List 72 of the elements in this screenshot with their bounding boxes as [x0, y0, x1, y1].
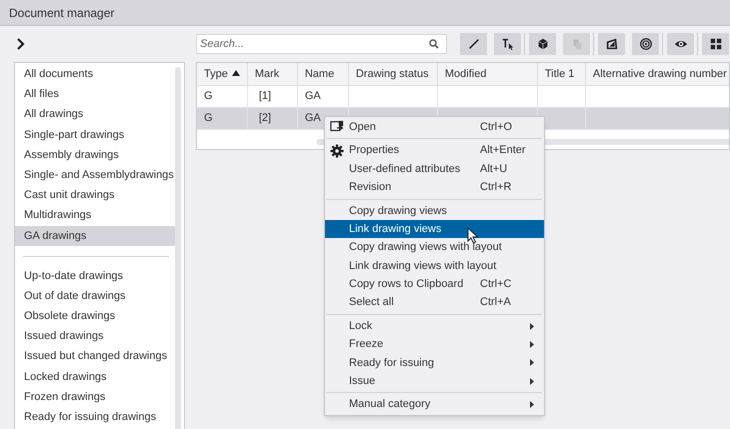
cube-button[interactable]	[529, 33, 556, 55]
cube-icon	[536, 37, 550, 51]
grid-button[interactable]	[702, 33, 729, 55]
column-header[interactable]: Name	[297, 63, 348, 85]
shortcut-label: Ctrl+A	[480, 295, 512, 310]
sidebar-item[interactable]: Single-part drawings	[15, 124, 177, 145]
sidebar-item[interactable]: Up-to-date drawings	[15, 266, 177, 286]
column-header[interactable]: Title 1	[537, 63, 586, 85]
menu-item[interactable]: Freeze	[325, 335, 544, 354]
menu-item[interactable]: Revision Ctrl+R	[325, 178, 544, 197]
table-cell: [1]	[258, 90, 272, 102]
eye-button[interactable]	[667, 33, 694, 55]
menu-item[interactable]: User-defined attributes Alt+U	[325, 160, 544, 178]
search-icon	[429, 39, 439, 49]
sidebar-item[interactable]: All documents	[15, 64, 177, 84]
column-header[interactable]: Mark	[247, 63, 298, 85]
shortcut-label: Ctrl+C	[480, 277, 512, 292]
table-cell: GA	[304, 90, 321, 102]
sidebar-item[interactable]: Multidrawings	[15, 205, 177, 226]
column-header[interactable]: Modified	[437, 63, 538, 85]
spiral-icon	[638, 37, 652, 51]
menu-item[interactable]: Issue	[325, 372, 544, 390]
sidebar-item[interactable]: Issued but changed drawings	[15, 346, 177, 367]
sidebar-item[interactable]: Locked drawings	[15, 366, 177, 387]
pencil-button[interactable]	[460, 33, 487, 55]
sidebar-item[interactable]: Out of date drawings	[15, 286, 177, 306]
shortcut-label: Ctrl+R	[480, 180, 512, 196]
table-cell: [2]	[258, 112, 272, 124]
menu-item[interactable]: Copy drawing views	[325, 202, 544, 220]
shortcut-label: Ctrl+O	[480, 120, 514, 135]
column-header[interactable]: Type	[197, 63, 248, 85]
text-cursor-icon	[500, 37, 514, 51]
sidebar-item[interactable]: All files	[15, 84, 177, 104]
sidebar-item[interactable]: Issued drawings	[15, 326, 177, 346]
sidebar-item[interactable]: Frozen drawings	[15, 386, 177, 407]
shortcut-label: Alt+Enter	[480, 143, 527, 158]
search-field[interactable]: Search...	[196, 34, 447, 54]
window-title: Document manager	[9, 4, 114, 22]
sidebar-item[interactable]: Assembly drawings	[15, 144, 177, 165]
grid-icon	[708, 37, 722, 51]
menu-item[interactable]: Ready for issuing	[325, 354, 544, 372]
sidebar-item[interactable]: Single- and Assemblydrawings	[15, 164, 177, 186]
column-header[interactable]: Alternative drawing number	[585, 63, 729, 85]
sidebar-item[interactable]: Obsolete drawings	[15, 306, 177, 326]
menu-item[interactable]: Manual category	[325, 395, 544, 414]
sidebar-item[interactable]: Ready for issuing drawings	[15, 407, 177, 428]
scrollbar[interactable]	[175, 67, 181, 429]
frame-button[interactable]	[598, 33, 625, 55]
frame-icon	[604, 37, 618, 51]
menu-item[interactable]: Link drawing views	[325, 220, 544, 238]
menu-item[interactable]: Open Ctrl+O	[325, 118, 544, 136]
sidebar-item[interactable]: Cast unit drawings	[15, 185, 177, 206]
menu-item[interactable]: Select all Ctrl+A	[325, 294, 544, 312]
menu-item[interactable]: Properties Alt+Enter	[325, 141, 544, 160]
mouse-cursor-icon	[467, 227, 479, 244]
column-header[interactable]: Drawing status	[348, 63, 438, 85]
menu-item[interactable]: Copy rows to Clipboard Ctrl+C	[325, 275, 544, 294]
table-cell: G	[204, 112, 213, 124]
sidebar-item[interactable]: All drawings	[15, 104, 177, 125]
pencil-icon	[466, 37, 480, 51]
text-cursor-button[interactable]	[494, 33, 521, 55]
table-row[interactable]: G [1] GA	[197, 85, 729, 107]
table-cell: GA	[304, 112, 321, 124]
settings-icon	[330, 144, 344, 158]
menu-item[interactable]: Link drawing views with layout	[325, 256, 544, 276]
menu-item[interactable]: Copy drawing views with layout	[325, 238, 544, 257]
spiral-button[interactable]	[632, 33, 659, 55]
shortcut-label: Alt+U	[480, 162, 508, 177]
sidebar-item[interactable]: GA drawings	[15, 226, 177, 246]
chevron-right-icon[interactable]	[16, 38, 25, 50]
menu-item[interactable]: Lock	[325, 316, 544, 336]
table-cell: G	[204, 90, 213, 102]
